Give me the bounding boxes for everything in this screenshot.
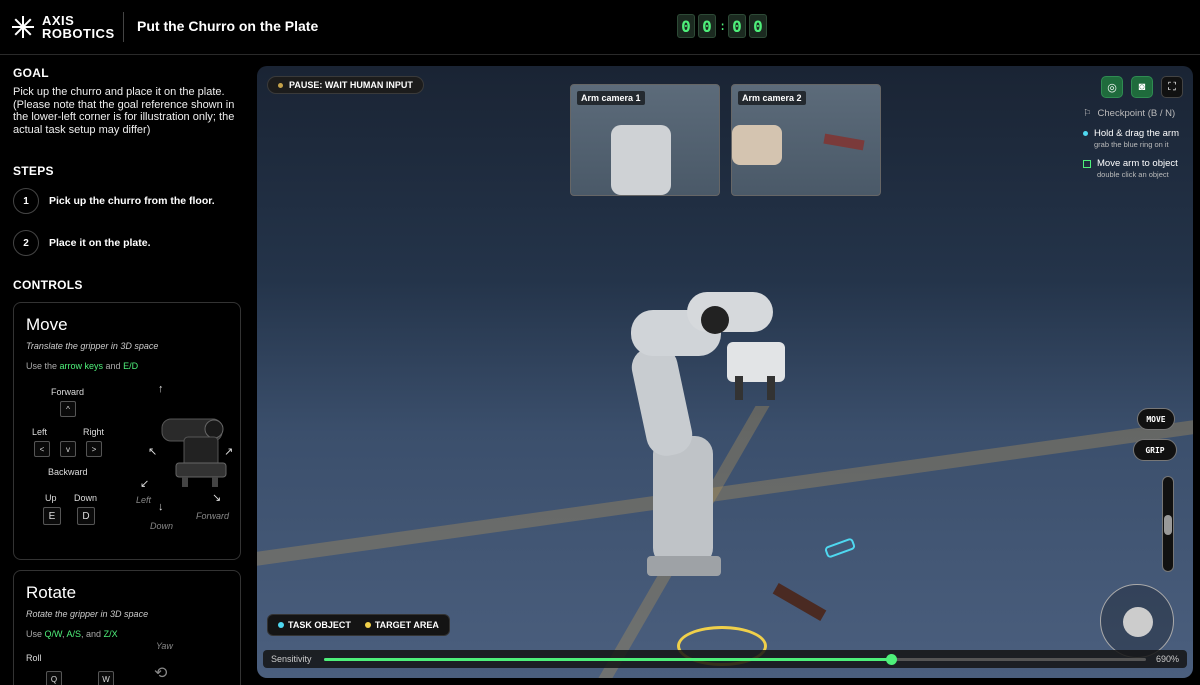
sensitivity-value: 690% [1155,654,1179,664]
fullscreen-icon: ⛶ [1168,80,1176,93]
task-object-dot-icon [278,622,284,628]
sensitivity-fill [323,657,891,661]
step-number: 1 [13,188,39,214]
churro-object[interactable] [823,537,857,559]
checkbox-icon [1083,160,1091,168]
goal-text: Pick up the churro and place it on the p… [13,86,235,136]
slider-thumb[interactable] [1164,515,1172,535]
step-item: 1 Pick up the churro from the floor. [13,182,241,220]
timer-digit: 0 [698,14,716,38]
flag-icon: ⚐ [1083,108,1092,119]
hold-drag-option[interactable]: Hold & drag the arm grab the blue ring on… [1083,128,1179,149]
timer: 0 0 : 0 0 [677,14,767,38]
key-w[interactable]: W [98,671,114,685]
rotate-subtitle: Rotate the gripper in 3D space [26,609,149,619]
camera-1-gripper [611,125,671,195]
rotate-hint: Use Q/W, A/S, and Z/X [26,629,118,639]
joystick-knob[interactable] [1123,607,1153,637]
dir-left-label: Left [136,495,152,505]
task-title: Put the Churro on the Plate [137,18,319,34]
arrow-upright-icon: ↗ [224,446,234,458]
goal-title: GOAL [13,66,49,80]
camera-label: Arm camera 2 [738,91,806,105]
fullscreen-button[interactable]: ⛶ [1161,76,1183,98]
camera-label: Arm camera 1 [577,91,645,105]
yaw-rotate-icon: ⟲ [154,665,168,682]
key-left[interactable]: < [34,441,50,457]
key-e[interactable]: E [43,507,61,525]
move-keypad: Forward ^ Left Right < v > Backward Up D… [26,383,233,543]
step-label: Place it on the plate. [49,237,151,249]
left-label: Left [32,427,48,437]
arm-camera-2: Arm camera 2 [731,84,881,196]
key-right[interactable]: > [86,441,102,457]
key-d[interactable]: D [77,507,95,525]
sensitivity-knob[interactable] [886,653,897,665]
target-area-dot-icon [364,622,371,628]
arrow-down-icon: ↓ [158,501,164,513]
crosshair-icon: ◎ [1107,81,1117,94]
down-label: Down [74,493,98,503]
camera-2-object [823,133,865,151]
move-mode-button[interactable]: MOVE [1137,408,1175,430]
logo-line-2: ROBOTICS [42,26,115,41]
target-button[interactable]: ◎ [1101,76,1123,98]
sensitivity-bar: Sensitivity 690% [263,650,1187,668]
sensitivity-label: Sensitivity [271,654,312,664]
joystick[interactable] [1100,584,1174,658]
key-up[interactable]: ^ [60,401,76,417]
step-number: 2 [13,230,39,256]
move-hint: Use the arrow keys and E/D [26,361,139,371]
floor-plank [772,583,827,621]
steps-title: STEPS [13,164,54,178]
timer-digit: 0 [677,14,695,38]
timer-colon: : [719,19,727,33]
right-label: Right [83,427,105,437]
dir-down-label: Down [150,521,174,531]
roll-label: Roll [26,653,42,663]
header-divider [123,12,124,42]
forward-label: Forward [51,387,85,397]
height-slider[interactable] [1162,476,1174,572]
up-label: Up [45,493,57,503]
step-item: 2 Place it on the plate. [13,224,241,262]
timer-digit: 0 [749,14,767,38]
status-pill: PAUSE: WAIT HUMAN INPUT [267,76,424,94]
rotate-card: Rotate Rotate the gripper in 3D space Us… [13,570,241,685]
controls-title: CONTROLS [13,278,83,292]
screenshot-button[interactable]: ◙ [1131,76,1153,98]
arrow-left-icon: ↙ [140,478,150,490]
blue-dot-icon [1083,131,1088,136]
logo: AXIS ROBOTICS [12,14,115,40]
arrow-forward-icon: ↘ [212,492,222,504]
robot-arm-icon[interactable] [617,286,817,586]
logo-star-icon [12,16,34,38]
arrow-upleft-icon: ↖ [148,446,158,458]
top-header: AXIS ROBOTICS Put the Churro on the Plat… [0,0,1200,55]
backward-label: Backward [48,467,88,477]
arrow-up-icon: ↑ [158,383,164,395]
key-down[interactable]: v [60,441,76,457]
legend: TASK OBJECT TARGET AREA [267,614,450,636]
move-to-object-option[interactable]: Move arm to object double click an object [1083,158,1178,179]
checkpoint-option[interactable]: ⚐ Checkpoint (B / N) [1083,108,1175,119]
camera-icon: ◙ [1138,81,1146,93]
grip-button[interactable]: GRIP [1133,439,1177,461]
yaw-label: Yaw [156,641,173,651]
camera-2-gripper [732,125,782,165]
key-q[interactable]: Q [46,671,62,685]
step-label: Pick up the churro from the floor. [49,195,215,207]
sidebar: GOAL Pick up the churro and place it on … [0,56,254,685]
rotate-title: Rotate [26,583,77,602]
status-dot-icon [278,82,283,88]
dir-forward-label: Forward [196,511,230,521]
arm-camera-1: Arm camera 1 [570,84,720,196]
move-card: Move Translate the gripper in 3D space U… [13,302,241,560]
simulation-viewport[interactable]: PAUSE: WAIT HUMAN INPUT Arm camera 1 Arm… [257,66,1193,678]
timer-digit: 0 [728,14,746,38]
rotate-keypad: Roll Yaw Q W ⟲ [26,641,228,685]
move-title: Move [26,315,68,334]
move-subtitle: Translate the gripper in 3D space [26,341,159,351]
sensitivity-track[interactable] [323,653,1146,665]
